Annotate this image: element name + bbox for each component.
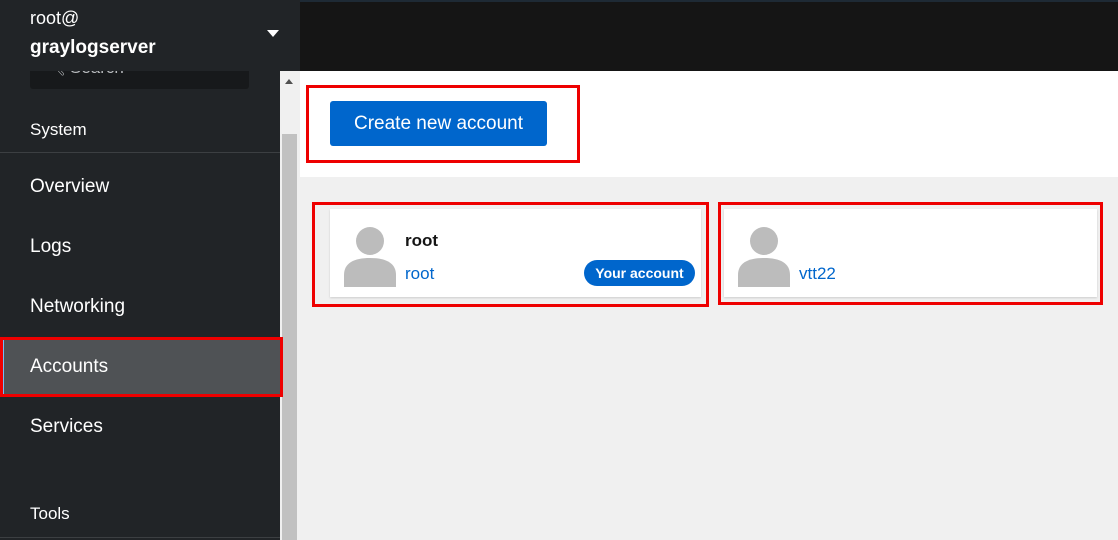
your-account-badge: Your account [584, 260, 695, 286]
chevron-down-icon[interactable] [267, 30, 279, 37]
account-login-link[interactable]: root [405, 264, 434, 284]
sidebar-item-label: Accounts [30, 356, 109, 377]
sidebar-item-label: Services [30, 416, 103, 437]
scroll-up-arrow-icon[interactable] [285, 79, 293, 84]
avatar-icon [344, 227, 396, 287]
section-system-label: System [30, 120, 87, 139]
create-account-button[interactable]: Create new account [330, 101, 547, 146]
sidebar-item-services[interactable]: Services [0, 399, 280, 457]
host-name: graylogserver [30, 37, 156, 58]
sidebar-scrollbar[interactable] [280, 71, 299, 540]
sidebar-divider [0, 537, 280, 538]
sidebar-item-label: Overview [30, 176, 110, 197]
sidebar-item-accounts[interactable]: Accounts [0, 339, 280, 397]
avatar-icon [738, 227, 790, 287]
sidebar-item-networking[interactable]: Networking [0, 279, 280, 337]
top-bar [300, 0, 1118, 71]
sidebar-item-label: Logs [30, 236, 72, 257]
section-tools-label: Tools [30, 504, 70, 523]
sidebar: 🔍︎ Search System Overview Logs Networkin… [0, 0, 280, 540]
sidebar-divider [0, 152, 280, 153]
sidebar-item-label: Networking [30, 296, 126, 317]
sidebar-item-overview[interactable]: Overview [0, 159, 280, 217]
account-login-link[interactable]: vtt22 [799, 264, 836, 284]
host-user: root@ [30, 8, 80, 28]
account-card-vtt22[interactable]: vtt22 [724, 209, 1097, 297]
account-card-root[interactable]: root root Your account [330, 209, 701, 297]
scroll-thumb[interactable] [282, 134, 297, 540]
account-full-name: root [405, 231, 439, 250]
sidebar-item-logs[interactable]: Logs [0, 219, 280, 277]
host-switcher[interactable]: root@ graylogserver [0, 0, 300, 71]
